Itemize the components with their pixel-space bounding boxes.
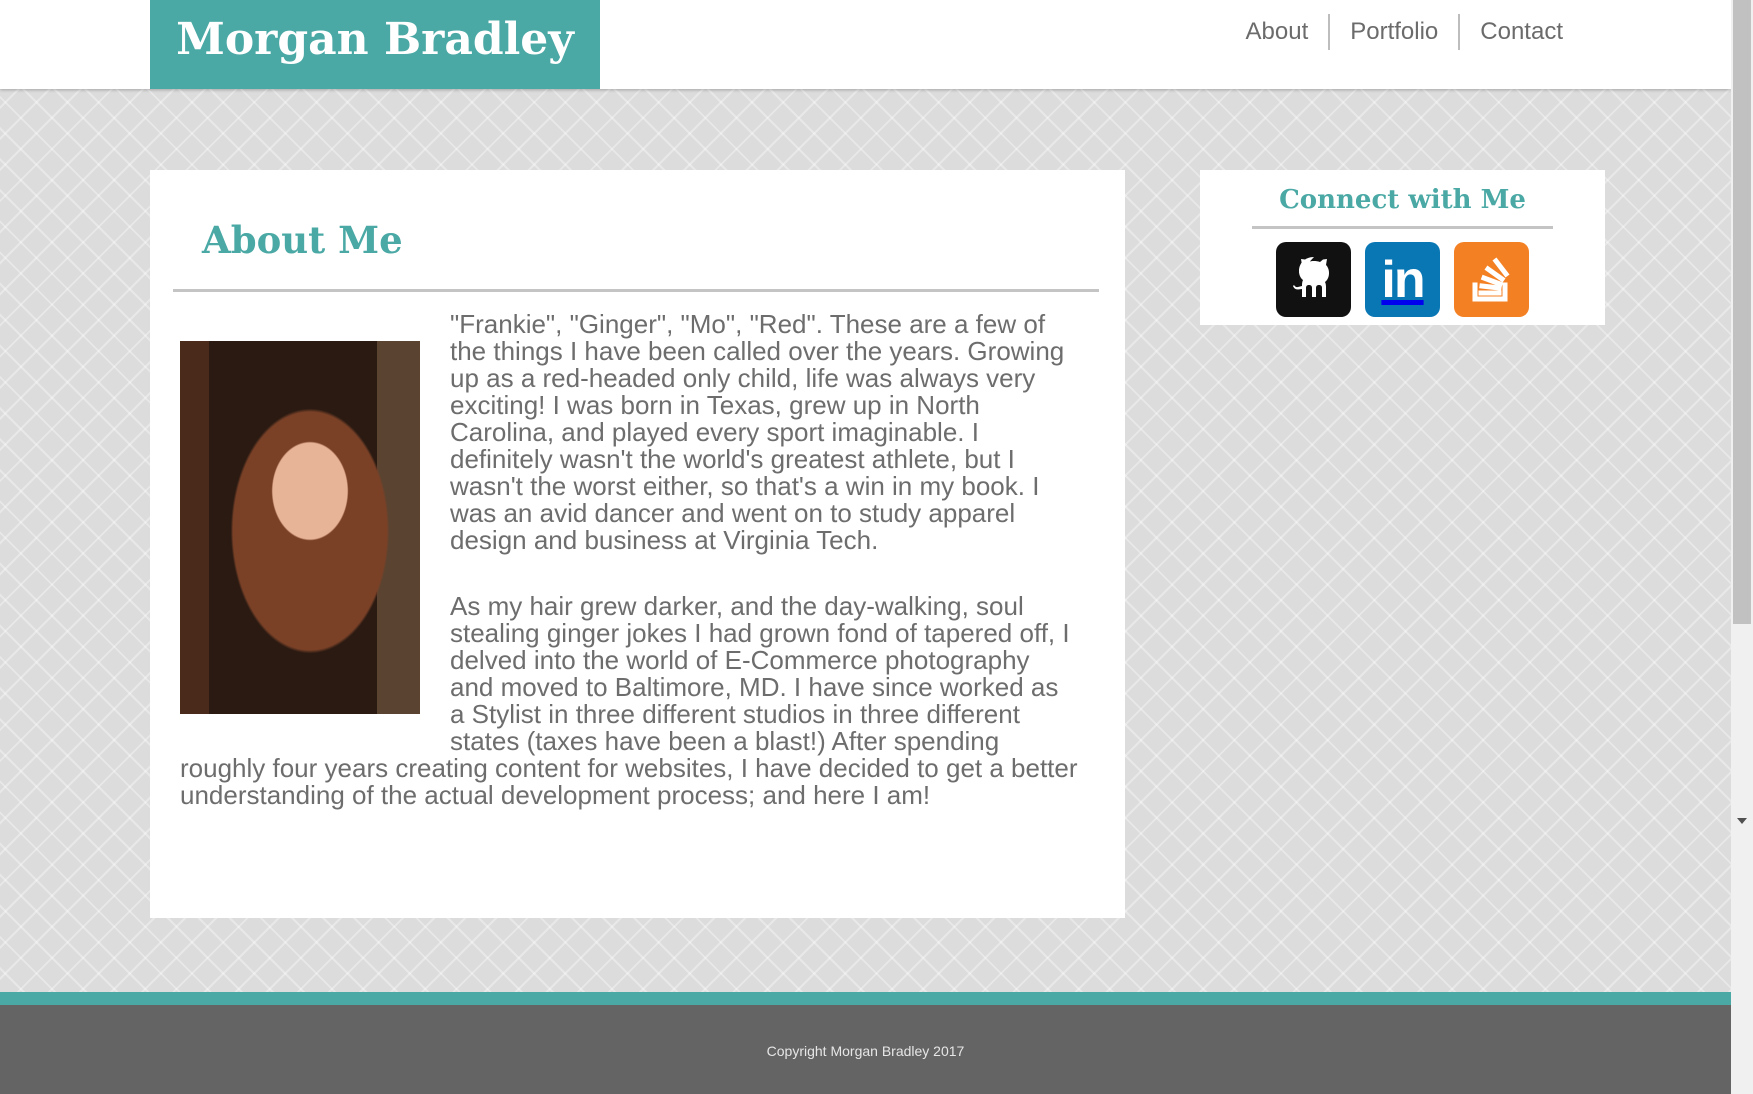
footer-accent-stripe bbox=[0, 992, 1731, 1005]
scrollbar-thumb[interactable] bbox=[1733, 0, 1751, 624]
linkedin-glyph: in bbox=[1381, 250, 1425, 309]
page-scrollbar[interactable] bbox=[1731, 0, 1753, 1094]
stackoverflow-stack-icon bbox=[1472, 256, 1510, 301]
site-header: Morgan Bradley About Portfolio Contact bbox=[0, 0, 1731, 89]
github-octocat-icon bbox=[1292, 256, 1329, 297]
social-links: in bbox=[1200, 242, 1605, 317]
connect-title: Connect with Me bbox=[1279, 185, 1526, 215]
nav-contact-link[interactable]: Contact bbox=[1458, 14, 1563, 50]
github-icon[interactable] bbox=[1276, 242, 1351, 317]
connect-card: Connect with Me in bbox=[1200, 170, 1605, 325]
connect-divider bbox=[1252, 226, 1553, 229]
about-card: About Me "Frankie", "Ginger", "Mo", "Red… bbox=[150, 170, 1125, 918]
site-footer: Copyright Morgan Bradley 2017 bbox=[0, 1005, 1731, 1094]
about-divider bbox=[173, 289, 1099, 292]
site-logo[interactable]: Morgan Bradley bbox=[150, 0, 600, 89]
profile-photo bbox=[180, 341, 420, 714]
about-content: "Frankie", "Ginger", "Mo", "Red". These … bbox=[180, 311, 1080, 848]
about-title: About Me bbox=[202, 218, 403, 262]
footer-copyright: Copyright Morgan Bradley 2017 bbox=[766, 1043, 965, 1059]
scroll-down-icon[interactable] bbox=[1737, 818, 1747, 824]
main-nav: About Portfolio Contact bbox=[1226, 14, 1563, 50]
linkedin-icon[interactable]: in bbox=[1365, 242, 1440, 317]
stackoverflow-icon[interactable] bbox=[1454, 242, 1529, 317]
nav-portfolio-link[interactable]: Portfolio bbox=[1328, 14, 1458, 50]
nav-about-link[interactable]: About bbox=[1226, 14, 1329, 50]
